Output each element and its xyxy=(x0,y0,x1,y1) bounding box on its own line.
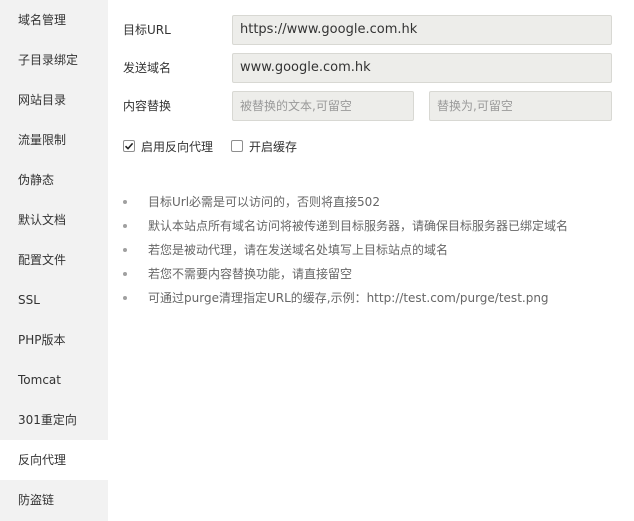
list-item: 若您是被动代理，请在发送域名处填写上目标站点的域名 xyxy=(120,238,620,262)
check-icon xyxy=(124,142,134,150)
sidebar-item-php-version[interactable]: PHP版本 xyxy=(0,320,108,360)
reverse-proxy-panel: 域名管理 子目录绑定 网站目录 流量限制 伪静态 默认文档 配置文件 SSL P… xyxy=(0,0,634,521)
content-replace-label: 内容替换 xyxy=(123,99,172,113)
sidebar-item-subdirectory-binding[interactable]: 子目录绑定 xyxy=(0,40,108,80)
list-item: 默认本站点所有域名访问将被传递到目标服务器，请确保目标服务器已绑定域名 xyxy=(120,214,620,238)
sidebar-item-301-redirect[interactable]: 301重定向 xyxy=(0,400,108,440)
tip-text: 若您是被动代理，请在发送域名处填写上目标站点的域名 xyxy=(148,243,449,257)
enable-proxy-label[interactable]: 启用反向代理 xyxy=(141,138,213,155)
replaced-text-input[interactable]: 被替换的文本,可留空 xyxy=(232,91,414,121)
list-item: 可通过purge清理指定URL的缓存,示例：http://test.com/pu… xyxy=(120,286,620,310)
main-content: 目标URL https://www.google.com.hk 发送域名 www… xyxy=(108,0,634,521)
options-row: 启用反向代理 开启缓存 xyxy=(123,137,315,155)
bullet-icon xyxy=(123,272,127,276)
bullet-icon xyxy=(123,200,127,204)
tip-text: 可通过purge清理指定URL的缓存,示例：http://test.com/pu… xyxy=(148,291,549,305)
sidebar-item-rewrite[interactable]: 伪静态 xyxy=(0,160,108,200)
send-domain-input[interactable]: www.google.com.hk xyxy=(232,53,612,83)
sidebar-item-hotlink-protection[interactable]: 防盗链 xyxy=(0,480,108,520)
sidebar-item-tomcat[interactable]: Tomcat xyxy=(0,360,108,400)
bullet-icon xyxy=(123,224,127,228)
sidebar-item-traffic-limit[interactable]: 流量限制 xyxy=(0,120,108,160)
sidebar-item-reverse-proxy[interactable]: 反向代理 xyxy=(0,440,108,480)
tip-text: 默认本站点所有域名访问将被传递到目标服务器，请确保目标服务器已绑定域名 xyxy=(148,219,569,233)
list-item: 若您不需要内容替换功能，请直接留空 xyxy=(120,262,620,286)
send-domain-label: 发送域名 xyxy=(123,61,172,75)
target-url-label: 目标URL xyxy=(123,23,171,37)
target-url-input[interactable]: https://www.google.com.hk xyxy=(232,15,612,45)
sidebar-item-ssl[interactable]: SSL xyxy=(0,280,108,320)
list-item: 目标Url必需是可以访问的，否则将直接502 xyxy=(120,190,620,214)
bullet-icon xyxy=(123,248,127,252)
tip-text: 若您不需要内容替换功能，请直接留空 xyxy=(148,267,353,281)
tips-list: 目标Url必需是可以访问的，否则将直接502 默认本站点所有域名访问将被传递到目… xyxy=(120,190,620,310)
sidebar-item-default-document[interactable]: 默认文档 xyxy=(0,200,108,240)
enable-cache-label[interactable]: 开启缓存 xyxy=(249,138,297,155)
sidebar-item-site-directory[interactable]: 网站目录 xyxy=(0,80,108,120)
tip-text: 目标Url必需是可以访问的，否则将直接502 xyxy=(148,195,380,209)
sidebar-item-domain-management[interactable]: 域名管理 xyxy=(0,0,108,40)
enable-cache-checkbox[interactable] xyxy=(231,140,244,152)
enable-proxy-checkbox[interactable] xyxy=(123,140,135,152)
replacement-text-input[interactable]: 替换为,可留空 xyxy=(429,91,612,121)
sidebar: 域名管理 子目录绑定 网站目录 流量限制 伪静态 默认文档 配置文件 SSL P… xyxy=(0,0,108,521)
bullet-icon xyxy=(123,296,127,300)
sidebar-item-config-file[interactable]: 配置文件 xyxy=(0,240,108,280)
